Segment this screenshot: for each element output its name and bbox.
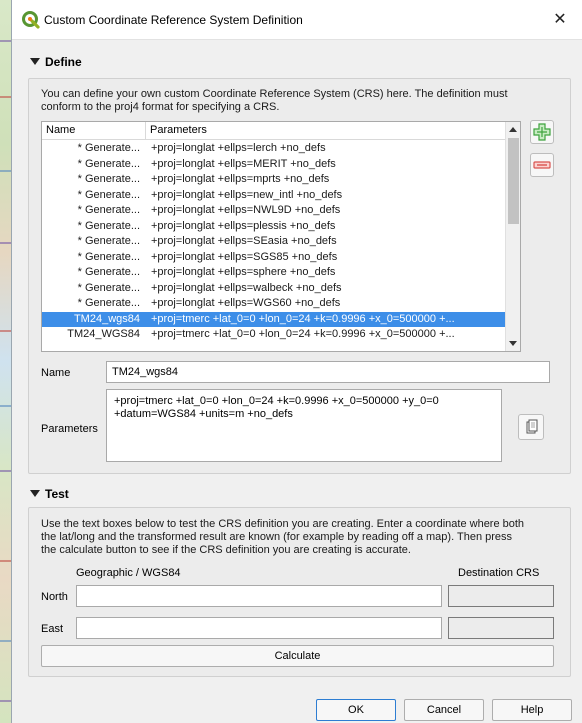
crs-parameters-cell: +proj=longlat +ellps=SGS85 +no_defs (151, 250, 338, 263)
table-row[interactable]: * Generate... +proj=longlat +ellps=walbec… (42, 281, 506, 297)
plus-icon (533, 123, 551, 141)
copy-parameters-button[interactable] (518, 414, 544, 440)
cancel-button[interactable]: Cancel (404, 699, 484, 721)
define-header: Define (45, 55, 82, 69)
geographic-wgs84-label: Geographic / WGS84 (76, 567, 181, 579)
test-header: Test (45, 487, 69, 501)
define-section-toggle[interactable]: Define (30, 55, 82, 69)
name-label: Name (41, 367, 71, 379)
table-row[interactable]: TM24_wgs84 +proj=tmerc +lat_0=0 +lon_0=24… (42, 311, 506, 327)
arrow-down-icon (509, 341, 517, 346)
north-label: North (41, 591, 68, 603)
name-input[interactable] (106, 361, 550, 383)
crs-name-cell: TM24_wgs84 (73, 312, 140, 325)
define-description: You can define your own custom Coordinat… (41, 88, 508, 113)
add-crs-button[interactable] (530, 120, 554, 144)
copy-icon (526, 419, 538, 434)
table-row[interactable]: * Generate... +proj=longlat +ellps=NWL9D … (42, 203, 506, 219)
crs-table[interactable]: Name Parameters * Generate... +proj=longl… (41, 121, 521, 352)
crs-parameters-cell: +proj=longlat +ellps=SEasia +no_defs (151, 235, 337, 247)
table-vertical-scrollbar[interactable] (505, 122, 520, 351)
remove-crs-button[interactable] (530, 153, 554, 177)
crs-name-cell: TM24_WGS84 (67, 328, 140, 340)
east-label: East (41, 623, 64, 635)
crs-name-cell: * Generate... (77, 281, 140, 294)
destination-crs-label: Destination CRS (458, 567, 540, 579)
table-row[interactable]: * Generate... +proj=longlat +ellps=SEasia… (42, 234, 506, 250)
test-section-toggle[interactable]: Test (30, 487, 69, 501)
crs-parameters-cell: +proj=longlat +ellps=WGS60 +no_defs (151, 297, 341, 309)
help-button[interactable]: Help (492, 699, 572, 721)
crs-name-cell: * Generate... (77, 188, 140, 201)
crs-name-cell: * Generate... (77, 204, 140, 216)
crs-parameters-cell: +proj=longlat +ellps=lerch +no_defs (151, 142, 326, 154)
column-header-name[interactable]: Name (46, 124, 75, 136)
collapse-triangle-icon (30, 490, 40, 497)
crs-parameters-cell: +proj=tmerc +lat_0=0 +lon_0=24 +k=0.9996… (151, 312, 455, 325)
table-row[interactable]: TM24_WGS84 +proj=tmerc +lat_0=0 +lon_0=24… (42, 327, 506, 343)
table-row[interactable]: * Generate... +proj=longlat +ellps=lerch … (42, 141, 506, 157)
north-destination-output (448, 585, 554, 607)
collapse-triangle-icon (30, 58, 40, 65)
east-input[interactable] (76, 617, 442, 639)
crs-name-cell: * Generate... (77, 173, 140, 185)
parameters-textarea[interactable]: +proj=tmerc +lat_0=0 +lon_0=24 +k=0.9996… (106, 389, 502, 462)
crs-parameters-cell: +proj=longlat +ellps=NWL9D +no_defs (151, 204, 341, 216)
east-destination-output (448, 617, 554, 639)
parameters-label: Parameters (41, 423, 98, 435)
table-row[interactable]: * Generate... +proj=longlat +ellps=new_in… (42, 188, 506, 204)
table-row[interactable]: * Generate... +proj=longlat +ellps=plessi… (42, 219, 506, 235)
title-bar[interactable]: Custom Coordinate Reference System Defin… (12, 0, 582, 40)
window-title: Custom Coordinate Reference System Defin… (44, 13, 303, 27)
scroll-down-button[interactable] (506, 336, 521, 351)
close-icon: ✕ (553, 11, 567, 28)
column-header-parameters[interactable]: Parameters (150, 124, 207, 136)
crs-name-cell: * Generate... (77, 297, 140, 309)
crs-name-cell: * Generate... (77, 142, 140, 154)
scroll-thumb[interactable] (508, 138, 519, 224)
crs-parameters-cell: +proj=longlat +ellps=sphere +no_defs (151, 266, 336, 278)
crs-definition-dialog: Custom Coordinate Reference System Defin… (12, 0, 582, 723)
table-row[interactable]: * Generate... +proj=longlat +ellps=SGS85 … (42, 250, 506, 266)
crs-parameters-cell: +proj=longlat +ellps=new_intl +no_defs (151, 188, 343, 201)
scroll-up-button[interactable] (506, 122, 521, 137)
table-header: Name Parameters (42, 122, 506, 140)
crs-parameters-cell: +proj=longlat +ellps=mprts +no_defs (151, 173, 330, 185)
arrow-up-icon (509, 127, 517, 132)
minus-icon (533, 161, 551, 169)
table-row[interactable]: * Generate... +proj=longlat +ellps=MERIT … (42, 157, 506, 173)
table-row[interactable]: * Generate... +proj=longlat +ellps=WGS60 … (42, 296, 506, 312)
crs-parameters-cell: +proj=longlat +ellps=MERIT +no_defs (151, 157, 336, 170)
crs-name-cell: * Generate... (77, 235, 140, 247)
qgis-logo-icon (22, 11, 40, 29)
crs-name-cell: * Generate... (77, 250, 140, 263)
calculate-button[interactable]: Calculate (41, 645, 554, 667)
crs-name-cell: * Generate... (77, 219, 140, 232)
crs-parameters-cell: +proj=tmerc +lat_0=0 +lon_0=24 +k=0.9996… (151, 328, 455, 340)
crs-name-cell: * Generate... (77, 157, 140, 170)
table-row[interactable]: * Generate... +proj=longlat +ellps=sphere… (42, 265, 506, 281)
crs-parameters-cell: +proj=longlat +ellps=plessis +no_defs (151, 219, 336, 232)
ok-button[interactable]: OK (316, 699, 396, 721)
test-description: Use the text boxes below to test the CRS… (41, 518, 525, 556)
north-input[interactable] (76, 585, 442, 607)
map-canvas-background (0, 0, 12, 723)
crs-parameters-cell: +proj=longlat +ellps=walbeck +no_defs (151, 281, 342, 294)
close-button[interactable]: ✕ (538, 0, 582, 40)
crs-name-cell: * Generate... (77, 266, 140, 278)
table-row[interactable]: * Generate... +proj=longlat +ellps=mprts … (42, 172, 506, 188)
